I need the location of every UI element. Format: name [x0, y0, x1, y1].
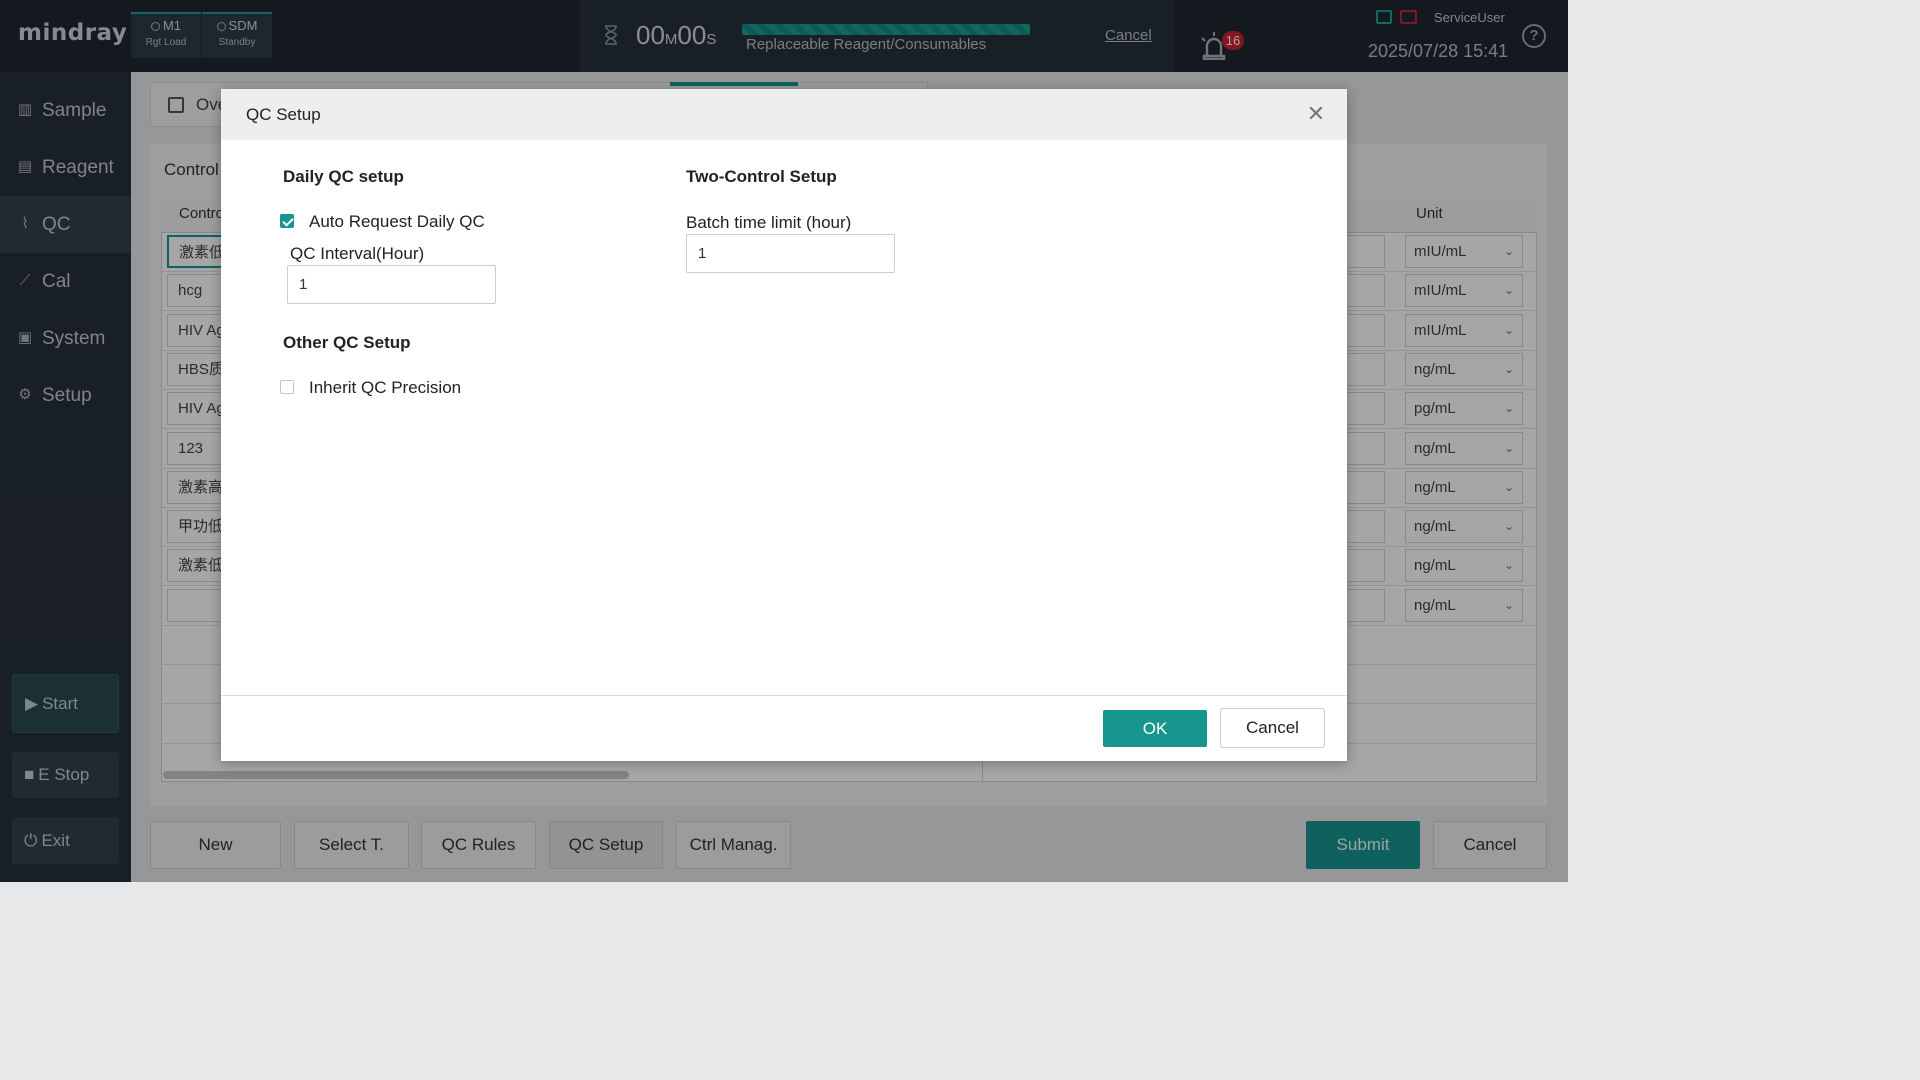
batch-time-limit-input[interactable]	[686, 234, 895, 273]
two-control-section-title: Two-Control Setup	[686, 167, 837, 186]
dialog-header: QC Setup ✕	[221, 89, 1347, 140]
qc-setup-dialog: QC Setup ✕ Daily QC setup Auto Request D…	[221, 89, 1347, 761]
inherit-qc-precision-checkbox[interactable]	[280, 380, 294, 394]
batch-time-limit-label: Batch time limit (hour)	[686, 213, 852, 232]
dialog-title: QC Setup	[246, 105, 321, 124]
ok-button[interactable]: OK	[1103, 710, 1207, 747]
qc-interval-label: QC Interval(Hour)	[290, 244, 425, 263]
daily-qc-section-title: Daily QC setup	[283, 167, 404, 186]
auto-request-daily-qc-label: Auto Request Daily QC	[309, 212, 485, 231]
auto-request-daily-qc-checkbox[interactable]	[280, 214, 294, 228]
close-icon[interactable]: ✕	[1305, 103, 1327, 125]
other-qc-section-title: Other QC Setup	[283, 333, 411, 352]
inherit-qc-precision-label: Inherit QC Precision	[309, 378, 462, 397]
qc-interval-input[interactable]	[287, 265, 496, 304]
footer-divider	[221, 695, 1347, 696]
cancel-button[interactable]: Cancel	[1220, 708, 1325, 748]
